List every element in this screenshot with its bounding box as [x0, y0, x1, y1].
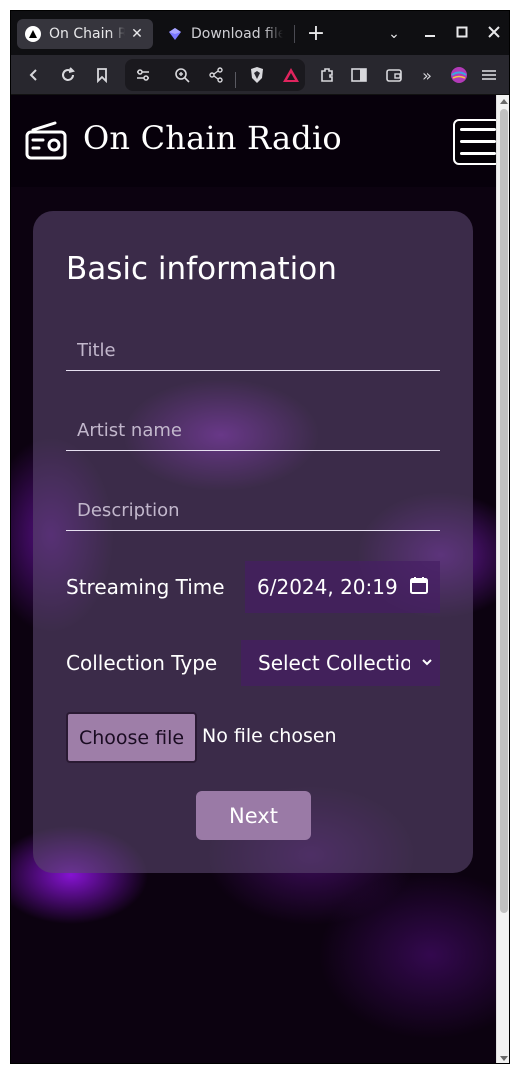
browser-toolbar: »: [11, 55, 509, 95]
file-status-text: No file chosen: [202, 725, 337, 747]
reload-icon[interactable]: [56, 63, 80, 87]
scroll-down-arrow-icon[interactable]: [500, 1056, 508, 1061]
title-input[interactable]: [66, 327, 440, 370]
tab-title: On Chain Radio: [49, 26, 125, 42]
maximize-icon[interactable]: [449, 21, 475, 47]
more-tools-icon[interactable]: »: [415, 63, 439, 87]
scrollbar-thumb[interactable]: [500, 109, 508, 913]
close-icon[interactable]: ✕: [129, 26, 145, 42]
chevron-down-icon: [422, 654, 432, 670]
menu-icon[interactable]: [477, 63, 501, 87]
collection-type-label: Collection Type: [66, 651, 218, 675]
description-field: [66, 487, 440, 531]
address-bar-separator: [235, 72, 236, 88]
brave-shield-icon[interactable]: [245, 63, 269, 87]
title-field: [66, 327, 440, 371]
tab-list-chevron-icon[interactable]: ⌄: [381, 21, 407, 47]
gem-icon: [167, 26, 183, 42]
basic-info-card: Basic information Streaming Time 6/2024,…: [33, 211, 473, 873]
tab-on-chain-radio[interactable]: On Chain Radio ✕: [17, 19, 153, 49]
share-icon[interactable]: [204, 63, 228, 87]
address-bar[interactable]: [125, 59, 305, 91]
description-input[interactable]: [66, 487, 440, 530]
artist-name-field: [66, 407, 440, 451]
choose-file-button[interactable]: Choose file: [66, 712, 197, 763]
zoom-icon[interactable]: [170, 63, 194, 87]
collection-type-value: Select Collection: [258, 651, 410, 675]
profile-icon[interactable]: [447, 63, 471, 87]
calendar-icon[interactable]: [410, 576, 428, 594]
radio-icon[interactable]: [25, 121, 67, 161]
collection-type-select[interactable]: Select Collection: [241, 640, 440, 686]
site-settings-icon[interactable]: [131, 63, 155, 87]
browser-window: On Chain Radio ✕ Download file + ⌄: [10, 10, 510, 1064]
tab-title: Download file: [191, 26, 283, 42]
extensions-icon[interactable]: [315, 63, 339, 87]
streaming-time-label: Streaming Time: [66, 575, 225, 599]
site-brand[interactable]: On Chain Radio: [83, 119, 342, 157]
tab-strip: On Chain Radio ✕ Download file + ⌄: [11, 11, 509, 55]
hamburger-menu-button[interactable]: [453, 119, 496, 165]
bookmark-icon[interactable]: [90, 63, 114, 87]
streaming-time-input[interactable]: 6/2024, 20:19: [245, 561, 440, 613]
streaming-time-value: 6/2024, 20:19: [257, 575, 398, 599]
menu-bar-line: [460, 128, 496, 131]
sidebar-icon[interactable]: [347, 63, 371, 87]
new-tab-button[interactable]: +: [303, 21, 329, 47]
page-viewport: On Chain Radio Basic information Streami…: [11, 95, 496, 1063]
window-close-icon[interactable]: [481, 21, 507, 47]
page-scrollbar[interactable]: [496, 95, 509, 1063]
next-button[interactable]: Next: [196, 791, 311, 840]
back-icon[interactable]: [22, 63, 46, 87]
menu-bar-line: [460, 140, 496, 143]
triangle-logo-icon: [25, 26, 41, 42]
menu-bar-line: [460, 152, 496, 155]
site-header: On Chain Radio: [11, 95, 496, 187]
tab-separator: [294, 25, 295, 43]
minimize-icon[interactable]: [417, 21, 443, 47]
artist-name-input[interactable]: [66, 407, 440, 450]
wallet-icon[interactable]: [382, 63, 406, 87]
tab-download-file[interactable]: Download file: [159, 19, 291, 49]
form-heading: Basic information: [66, 251, 337, 287]
scroll-up-arrow-icon[interactable]: [500, 99, 508, 104]
brave-rewards-icon[interactable]: [279, 63, 303, 87]
